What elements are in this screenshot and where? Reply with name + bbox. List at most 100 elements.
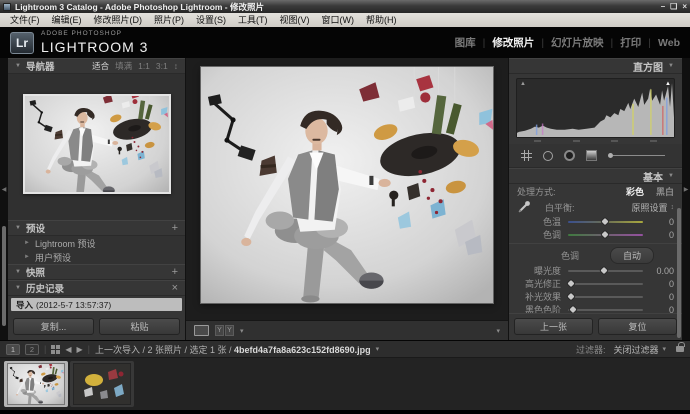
snapshots-header[interactable]: ▼ 快照 + [8,264,185,280]
preset-folder-lightroom[interactable]: ► Lightroom 预设 [8,236,185,250]
navigator-title: 导航器 [26,59,55,73]
history-entry-import[interactable]: 导入 (2012-5-7 13:57:37) [11,298,182,311]
slider-label: 高光修正 [517,277,561,290]
slider-label: 补光效果 [517,290,561,303]
source-breadcrumb[interactable]: 上一次导入 / 2 张照片 / 选定 1 张 / 4befd4a7fa8a623… [95,343,371,356]
previous-photo-icon[interactable]: ◀ [65,345,71,354]
slider-label: 色温 [517,215,561,228]
navigator-photo[interactable] [23,94,171,194]
copy-button[interactable]: 复制... [13,318,94,335]
treatment-bw[interactable]: 黑白 [656,185,674,198]
zoom-fill[interactable]: 填满 [115,60,132,72]
module-picker: 图库 | 修改照片 | 幻灯片放映 | 打印 | Web [455,35,680,50]
crop-tool-icon[interactable] [521,150,532,161]
zoom-3-1[interactable]: 3:1 [156,61,168,71]
shadow-clipping-icon[interactable]: ▲ [520,81,526,87]
history-header[interactable]: ▼ 历史记录 × [8,280,185,296]
right-panel: 直方图 ▼ ▲ ▲ [508,58,682,340]
menu-view[interactable]: 视图(V) [274,13,316,27]
zoom-updown-icon[interactable]: ↕ [174,61,178,71]
wb-label: 白平衡: [545,201,575,214]
clear-history-icon[interactable]: × [172,282,178,294]
second-window-button[interactable]: 2 [25,344,39,355]
reset-button[interactable]: 复位 [598,318,677,335]
wb-eyedropper-icon[interactable] [517,200,531,214]
bottom-strip [0,410,690,414]
before-after-icon[interactable]: YY [215,325,234,336]
module-slideshow[interactable]: 幻灯片放映 [551,35,604,50]
highlight-clipping-icon[interactable]: ▲ [665,81,671,87]
collapse-left-icon[interactable]: ◀ [0,186,8,193]
zoom-1-1[interactable]: 1:1 [138,61,150,71]
before-after-dropdown-icon[interactable]: ▾ [240,327,244,335]
paste-button[interactable]: 粘贴 [99,318,180,335]
preset-folder-label: Lightroom 预设 [35,237,96,250]
filmstrip-thumbnail[interactable] [70,361,134,407]
fill-light-slider[interactable] [568,296,643,298]
menu-photo[interactable]: 照片(P) [148,13,190,27]
loupe-view-icon[interactable] [194,325,209,336]
histogram-ticks [516,140,675,142]
menu-help[interactable]: 帮助(H) [360,13,403,27]
presets-header[interactable]: ▼ 预设 + [8,220,185,236]
module-develop[interactable]: 修改照片 [492,35,534,50]
grid-view-icon[interactable] [51,345,60,354]
adjustment-brush-icon[interactable] [608,153,665,158]
module-library[interactable]: 图库 [455,35,476,50]
next-photo-icon[interactable]: ▶ [77,345,83,354]
white-balance-row: 白平衡: 原照设置 ↕ [509,199,682,215]
tint-slider[interactable] [568,234,643,236]
disclosure-right-icon: ► [24,240,30,246]
slider-value: 0 [650,279,674,289]
toolbar-options-icon[interactable]: ▾ [496,327,500,335]
navigator-preview[interactable] [8,74,185,220]
main-photo[interactable] [201,67,493,303]
disclosure-down-icon: ▼ [15,63,21,69]
histogram[interactable]: ▲ ▲ [516,78,675,138]
right-panel-edge[interactable]: ▶ [682,58,690,340]
recovery-slider[interactable] [568,283,643,285]
filter-dropdown[interactable]: 关闭过滤器 ▾ [610,343,669,356]
add-preset-icon[interactable]: + [172,222,178,234]
treatment-row: 处理方式: 彩色 黑白 [509,184,682,199]
menu-develop[interactable]: 修改照片(D) [88,13,149,27]
previous-button[interactable]: 上一张 [514,318,593,335]
exposure-slider[interactable] [568,270,643,272]
module-web[interactable]: Web [658,37,680,49]
wb-preset-dropdown[interactable]: 原照设置 ↕ [631,201,674,214]
auto-tone-button[interactable]: 自动 [610,247,654,264]
breadcrumb-dropdown-icon[interactable]: ▾ [376,345,380,353]
treatment-color[interactable]: 彩色 [626,185,644,198]
close-button[interactable]: × [682,1,687,12]
menu-file[interactable]: 文件(F) [4,13,46,27]
temp-slider[interactable] [568,221,643,223]
menu-window[interactable]: 窗口(W) [316,13,361,27]
expand-right-icon[interactable]: ▶ [682,186,690,193]
right-scrollbar[interactable] [677,208,681,338]
preset-folder-user[interactable]: ► 用户预设 [8,250,185,264]
histogram-header[interactable]: 直方图 ▼ [509,58,682,74]
left-panel-edge[interactable]: ◀ [0,58,8,340]
menu-settings[interactable]: 设置(S) [190,13,232,27]
menu-edit[interactable]: 编辑(E) [46,13,88,27]
left-scrollbar[interactable] [2,226,6,326]
restore-button[interactable]: ❏ [670,1,677,12]
zoom-fit[interactable]: 适合 [92,60,109,72]
navigator-header[interactable]: ▼ 导航器 适合 填满 1:1 3:1 ↕ [8,58,185,74]
filter-lock-icon[interactable] [676,346,684,352]
red-eye-icon[interactable] [564,150,575,161]
basic-header[interactable]: 基本 ▼ [509,168,682,184]
minimize-button[interactable]: – [661,1,665,12]
wb-preset-value: 原照设置 [631,201,667,214]
module-print[interactable]: 打印 [620,35,641,50]
graduated-filter-icon[interactable] [586,150,597,161]
add-snapshot-icon[interactable]: + [172,266,178,278]
blacks-slider[interactable] [568,309,643,311]
main-window-button[interactable]: 1 [6,344,20,355]
menu-tools[interactable]: 工具(T) [232,13,274,27]
disclosure-down-icon: ▼ [15,269,21,275]
spot-removal-icon[interactable] [543,151,553,161]
filmstrip-thumbnail-selected[interactable] [4,361,68,407]
brand-lightroom: LIGHTROOM 3 [41,40,148,54]
history-entry-name: 导入 [16,299,33,311]
